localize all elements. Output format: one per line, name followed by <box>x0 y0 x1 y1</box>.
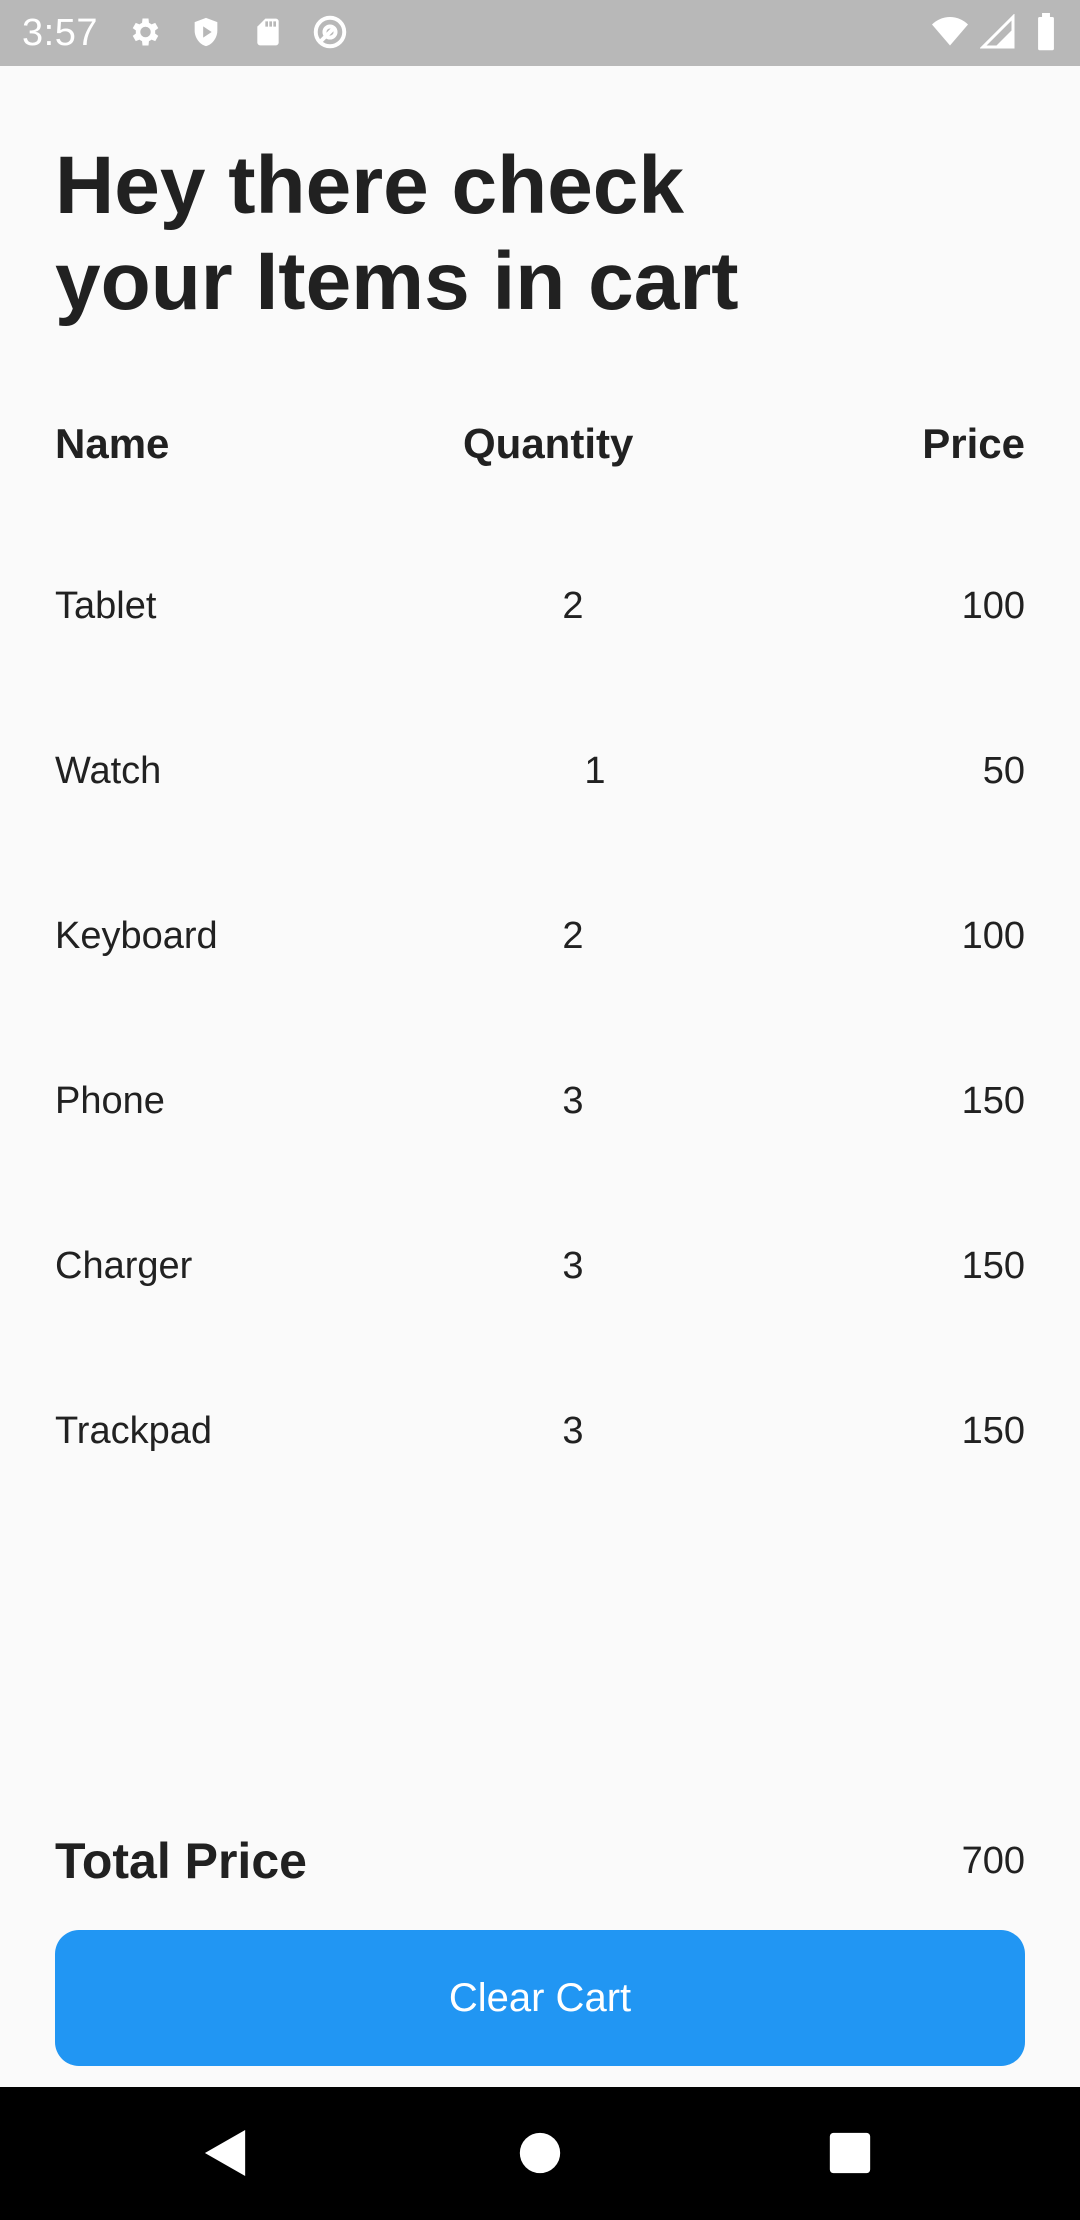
status-time: 3:57 <box>22 12 98 54</box>
header-name: Name <box>55 420 170 467</box>
at-sign-icon <box>310 12 350 52</box>
item-quantity: 2 <box>562 915 584 957</box>
item-price: 100 <box>961 915 1025 957</box>
status-right-icons <box>930 12 1066 52</box>
item-name: Watch <box>55 750 162 792</box>
item-quantity: 1 <box>584 750 606 792</box>
item-quantity: 3 <box>562 1410 584 1452</box>
item-name: Charger <box>55 1245 193 1287</box>
item-name: Trackpad <box>55 1410 212 1452</box>
home-icon[interactable] <box>510 2123 570 2183</box>
item-quantity: 2 <box>562 585 584 627</box>
clear-cart-button[interactable]: Clear Cart <box>55 1930 1025 2066</box>
header-quantity: Quantity <box>463 420 634 467</box>
shield-play-icon <box>186 12 226 52</box>
item-price: 150 <box>961 1080 1025 1122</box>
item-quantity: 3 <box>562 1245 584 1287</box>
header-price: Price <box>922 420 1025 467</box>
back-icon[interactable] <box>196 2123 256 2183</box>
item-price: 50 <box>982 750 1025 792</box>
table-row: Watch 1 50 <box>55 750 1025 915</box>
signal-icon <box>978 12 1018 52</box>
table-row: Phone 3 150 <box>55 1080 1025 1245</box>
cart-rows: Tablet 2 100 Watch 1 50 Keyboard 2 100 P… <box>55 585 1025 1575</box>
item-name: Keyboard <box>55 915 218 957</box>
gear-icon <box>124 12 164 52</box>
item-name: Tablet <box>55 585 157 627</box>
table-row: Trackpad 3 150 <box>55 1410 1025 1575</box>
table-row: Tablet 2 100 <box>55 585 1025 750</box>
item-price: 150 <box>961 1410 1025 1452</box>
item-price: 150 <box>961 1245 1025 1287</box>
wifi-icon <box>930 12 970 52</box>
item-quantity: 3 <box>562 1080 584 1122</box>
status-bar: 3:57 <box>0 0 1080 66</box>
screen: 3:57 Hey there check your Items in cart … <box>0 0 1080 2220</box>
sd-card-icon <box>248 12 288 52</box>
table-row: Keyboard 2 100 <box>55 915 1025 1080</box>
battery-icon <box>1026 12 1066 52</box>
table-row: Charger 3 150 <box>55 1245 1025 1410</box>
page-title: Hey there check your Items in cart <box>55 140 739 327</box>
status-left-icons <box>124 12 350 52</box>
navigation-bar <box>0 2087 1080 2220</box>
item-name: Phone <box>55 1080 165 1122</box>
total-row: Total Price 700 <box>55 1832 1025 1892</box>
recents-icon[interactable] <box>820 2123 880 2183</box>
item-price: 100 <box>961 585 1025 627</box>
cart-table: Name Quantity Price Tablet 2 100 Watch 1… <box>55 420 1025 1452</box>
table-header: Name Quantity Price <box>55 420 1025 486</box>
total-price-value: 700 <box>961 1840 1025 1882</box>
total-price-label: Total Price <box>55 1833 307 1889</box>
